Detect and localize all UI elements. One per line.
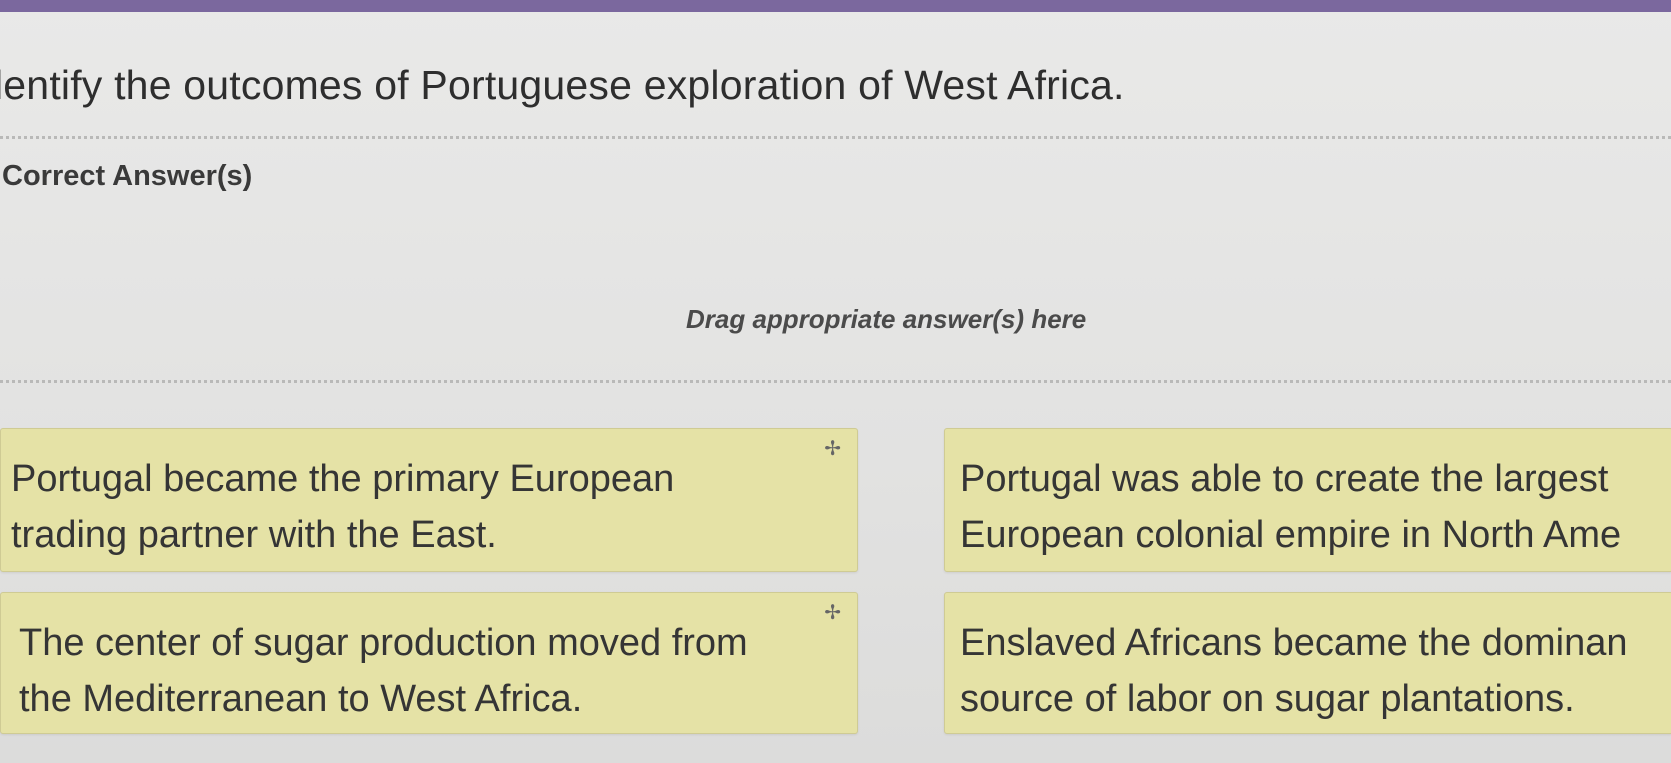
answer-option-card[interactable]: The center of sugar production moved fro… xyxy=(0,592,858,734)
answer-option-card[interactable]: Portugal was able to create the largest … xyxy=(944,428,1671,572)
answer-option-card[interactable]: Portugal became the primary European tra… xyxy=(0,428,858,572)
answer-area-divider xyxy=(0,380,1671,383)
move-icon[interactable]: ✢ xyxy=(824,603,841,623)
answer-option-line: Portugal became the primary European xyxy=(11,458,675,500)
correct-answers-label: Correct Answer(s) xyxy=(2,160,253,192)
move-icon[interactable]: ✢ xyxy=(824,439,841,459)
answer-option-text: Portugal became the primary European tra… xyxy=(11,451,674,563)
answer-option-line: Portugal was able to create the largest xyxy=(960,458,1609,500)
question-text: lentify the outcomes of Portuguese explo… xyxy=(0,62,1125,108)
answer-option-text: Enslaved Africans became the dominan sou… xyxy=(960,615,1628,727)
header-bar xyxy=(0,0,1671,12)
question-divider xyxy=(0,136,1671,139)
answer-option-line: trading partner with the East. xyxy=(11,514,497,556)
answer-option-line: the Mediterranean to West Africa. xyxy=(19,678,583,720)
answer-option-line: The center of sugar production moved fro… xyxy=(19,622,748,664)
answer-option-line: source of labor on sugar plantations. xyxy=(960,678,1575,720)
answer-option-text: Portugal was able to create the largest … xyxy=(960,451,1621,563)
answer-option-card[interactable]: Enslaved Africans became the dominan sou… xyxy=(944,592,1671,734)
drop-hint: Drag appropriate answer(s) here xyxy=(686,304,1087,334)
answer-option-line: European colonial empire in North Ame xyxy=(960,514,1622,556)
answer-option-text: The center of sugar production moved fro… xyxy=(19,615,748,727)
quiz-page: lentify the outcomes of Portuguese explo… xyxy=(0,0,1671,763)
answer-option-line: Enslaved Africans became the dominan xyxy=(960,622,1628,664)
